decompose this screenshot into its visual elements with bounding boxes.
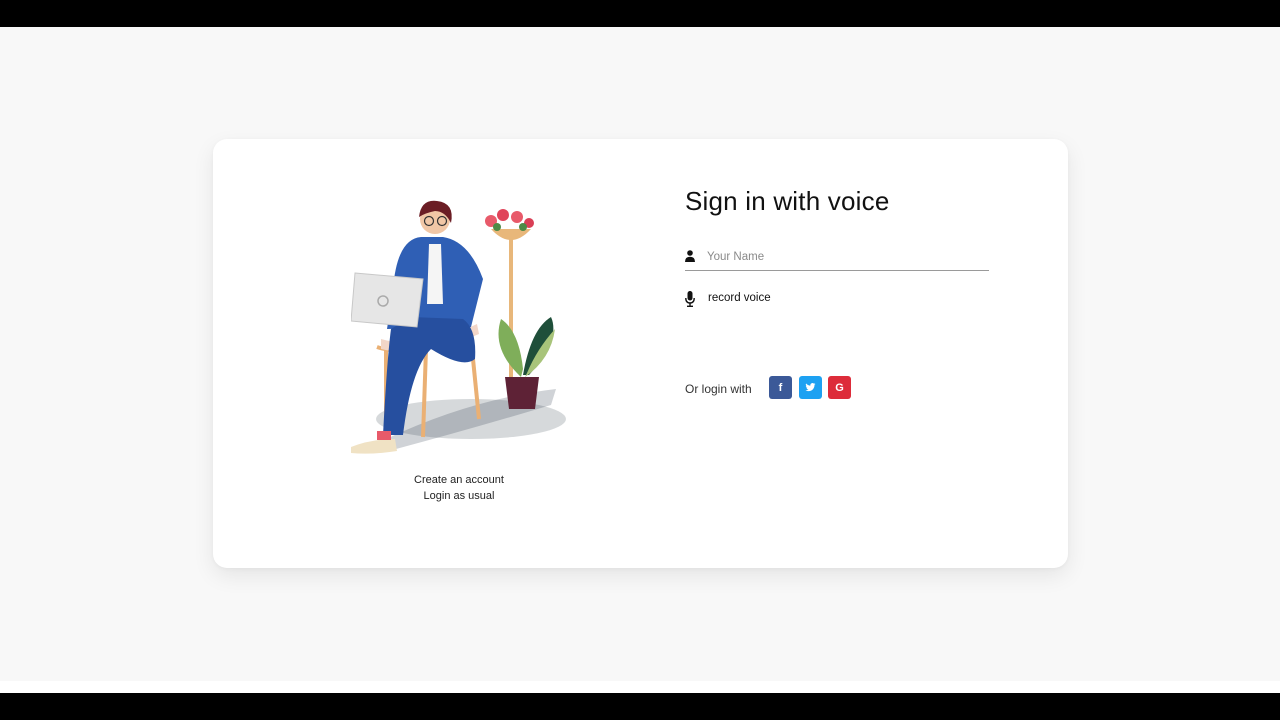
login-as-usual-link[interactable]: Login as usual xyxy=(363,489,555,505)
twitter-login-button[interactable] xyxy=(799,376,822,399)
page-background: Create an account Login as usual Sign in… xyxy=(0,27,1280,681)
google-icon: G xyxy=(835,381,844,394)
twitter-icon xyxy=(805,383,816,392)
bottom-strip xyxy=(0,681,1280,693)
record-voice-label: record voice xyxy=(708,292,771,304)
create-account-link[interactable]: Create an account xyxy=(363,473,555,489)
facebook-icon: f xyxy=(778,381,783,394)
person-with-laptop-illustration xyxy=(351,200,566,454)
alternate-links: Create an account Login as usual xyxy=(363,473,555,504)
login-card: Create an account Login as usual Sign in… xyxy=(213,139,1068,568)
letterbox-top xyxy=(0,0,1280,27)
name-field-row xyxy=(685,245,989,271)
page-title: Sign in with voice xyxy=(685,186,890,216)
microphone-icon xyxy=(685,291,695,307)
social-login-label: Or login with xyxy=(685,382,752,396)
name-input[interactable] xyxy=(707,245,987,269)
google-login-button[interactable]: G xyxy=(828,376,851,399)
user-icon xyxy=(685,250,695,262)
facebook-login-button[interactable]: f xyxy=(769,376,792,399)
letterbox-bottom xyxy=(0,693,1280,720)
